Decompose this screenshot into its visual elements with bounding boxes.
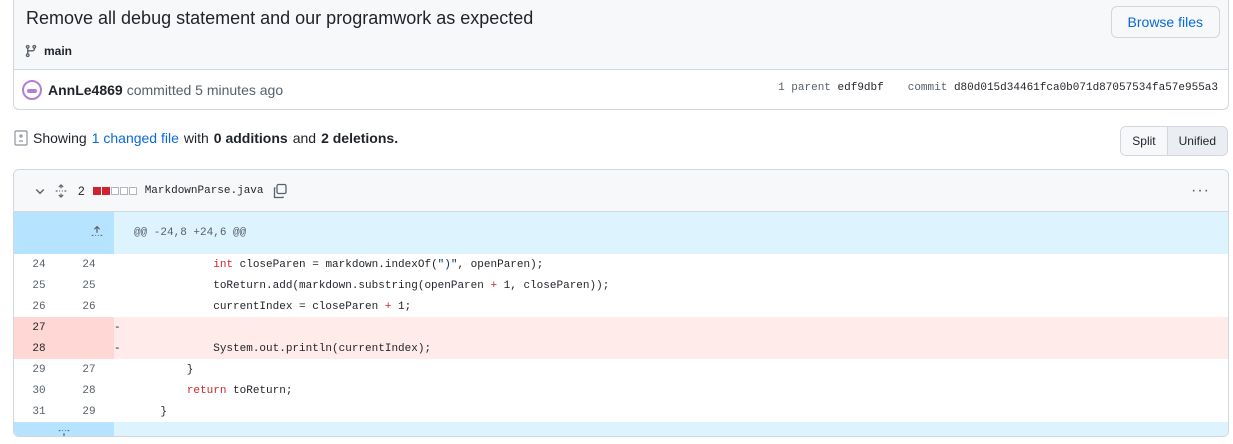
diffstat-block-neutral <box>128 186 137 195</box>
deleted-line-row: 27 - <box>14 317 1228 338</box>
old-line-number[interactable]: 24 <box>14 254 64 275</box>
old-line-number[interactable]: 25 <box>14 275 64 296</box>
new-line-number[interactable]: 25 <box>64 275 114 296</box>
parent-label: 1 parent <box>778 82 831 94</box>
code-text: } <box>134 405 168 418</box>
git-branch-icon <box>25 44 37 58</box>
old-line-number[interactable]: 28 <box>14 338 64 359</box>
copy-icon[interactable] <box>272 183 288 199</box>
chevron-down-icon[interactable] <box>34 185 46 197</box>
context-line-row: 30 28 return toReturn; <box>14 380 1228 401</box>
code-text: currentIndex = closeParen + 1; <box>134 300 412 313</box>
code-text: System.out.println(currentIndex); <box>134 342 432 355</box>
new-line-number[interactable]: 24 <box>64 254 114 275</box>
file-name-link[interactable]: MarkdownParse.java <box>145 185 264 197</box>
new-line-number[interactable] <box>64 338 114 359</box>
file-diff: 2 MarkdownParse.java ··· @@ -24,8 +24,6 … <box>13 169 1229 437</box>
commit-meta-row: AnnLe4869 committed 5 minutes ago 1 pare… <box>14 70 1228 109</box>
fold-up-icon <box>91 225 103 236</box>
diff-marker: - <box>114 321 121 334</box>
hunk-header: @@ -24,8 +24,6 @@ <box>114 212 1228 254</box>
and-label: and <box>292 130 317 146</box>
avatar[interactable] <box>22 79 42 100</box>
author-link[interactable]: AnnLe4869 <box>48 82 123 98</box>
new-line-number[interactable] <box>64 317 114 338</box>
context-line-row: 29 27 } <box>14 359 1228 380</box>
diffstat-bar <box>92 186 137 195</box>
code-text: int closeParen = markdown.indexOf(")", o… <box>213 258 544 271</box>
code-line: - System.out.println(currentIndex); <box>114 338 1228 359</box>
code-line: return toReturn; <box>114 380 1228 401</box>
additions-count: 0 additions <box>213 130 288 146</box>
with-label: with <box>183 130 209 146</box>
diff-marker: - <box>114 342 121 355</box>
diffstat-block-neutral <box>119 186 128 195</box>
unified-view-button[interactable]: Unified <box>1166 127 1227 155</box>
commit-hash: d80d015d34461fca0b071d87057534fa57e955a3 <box>953 82 1218 94</box>
commit-hashes: 1 parent edf9dbf commit d80d015d34461fca… <box>778 82 1218 94</box>
commit-title: Remove all debug statement and our progr… <box>26 8 534 28</box>
diffstat-block-deleted <box>92 186 101 195</box>
branch-indicator[interactable]: main <box>24 44 72 58</box>
expand-down-row <box>14 422 1228 436</box>
hunk-filler <box>114 422 1228 436</box>
code-text: } <box>134 363 194 376</box>
diff-summary: Showing 1 changed file with 0 additions … <box>14 130 398 146</box>
code-line: int closeParen = markdown.indexOf(")", o… <box>114 254 1228 275</box>
change-count: 2 <box>78 183 85 198</box>
old-line-number[interactable]: 26 <box>14 296 64 317</box>
diff-table: @@ -24,8 +24,6 @@ 24 24 int closeParen = … <box>14 212 1228 436</box>
diffstat-block-deleted <box>101 186 110 195</box>
old-line-number[interactable]: 31 <box>14 401 64 422</box>
commit-label: commit <box>907 82 948 94</box>
split-view-button[interactable]: Split <box>1121 127 1167 155</box>
expand-up-button[interactable] <box>14 212 114 254</box>
file-diff-icon <box>14 130 28 146</box>
new-line-number[interactable]: 27 <box>64 359 114 380</box>
showing-label: Showing <box>33 130 87 146</box>
new-line-number[interactable]: 26 <box>64 296 114 317</box>
old-line-number[interactable]: 27 <box>14 317 64 338</box>
context-line-row: 31 29 } <box>14 401 1228 422</box>
diffstat-block-neutral <box>110 186 119 195</box>
deletions-count: 2 deletions. <box>321 130 399 146</box>
diff-view-toggle: Split Unified <box>1120 126 1228 156</box>
parent-info: 1 parent edf9dbf <box>778 82 884 94</box>
branch-name[interactable]: main <box>44 44 72 58</box>
new-line-number[interactable]: 29 <box>64 401 114 422</box>
hunk-header-row: @@ -24,8 +24,6 @@ <box>14 212 1228 254</box>
expand-down-button[interactable] <box>14 422 114 436</box>
code-text: return toReturn; <box>186 384 293 397</box>
old-line-number[interactable]: 30 <box>14 380 64 401</box>
kebab-horizontal-icon[interactable]: ··· <box>1191 182 1210 200</box>
code-line: currentIndex = closeParen + 1; <box>114 296 1228 317</box>
deleted-line-row: 28 - System.out.println(currentIndex); <box>14 338 1228 359</box>
commit-title-area: Remove all debug statement and our progr… <box>14 0 1228 70</box>
new-line-number[interactable]: 28 <box>64 380 114 401</box>
unfold-icon[interactable] <box>54 183 68 198</box>
browse-files-button[interactable]: Browse files <box>1110 6 1220 38</box>
old-line-number[interactable]: 29 <box>14 359 64 380</box>
code-text: toReturn.add(markdown.substring(openPare… <box>134 279 610 292</box>
parent-hash-link[interactable]: edf9dbf <box>838 82 884 94</box>
code-line: toReturn.add(markdown.substring(openPare… <box>114 275 1228 296</box>
commit-time: committed 5 minutes ago <box>126 81 284 98</box>
code-line: } <box>114 359 1228 380</box>
commit-info: commit d80d015d34461fca0b071d87057534fa5… <box>908 82 1218 94</box>
fold-down-icon <box>58 429 70 436</box>
code-line: } <box>114 401 1228 422</box>
context-line-row: 26 26 currentIndex = closeParen + 1; <box>14 296 1228 317</box>
context-line-row: 25 25 toReturn.add(markdown.substring(ope… <box>14 275 1228 296</box>
changed-files-link[interactable]: 1 changed file <box>92 130 179 146</box>
file-header: 2 MarkdownParse.java ··· <box>14 170 1228 212</box>
commit-header: Remove all debug statement and our progr… <box>13 0 1229 110</box>
context-line-row: 24 24 int closeParen = markdown.indexOf("… <box>14 254 1228 275</box>
code-line: - <box>114 317 1228 338</box>
